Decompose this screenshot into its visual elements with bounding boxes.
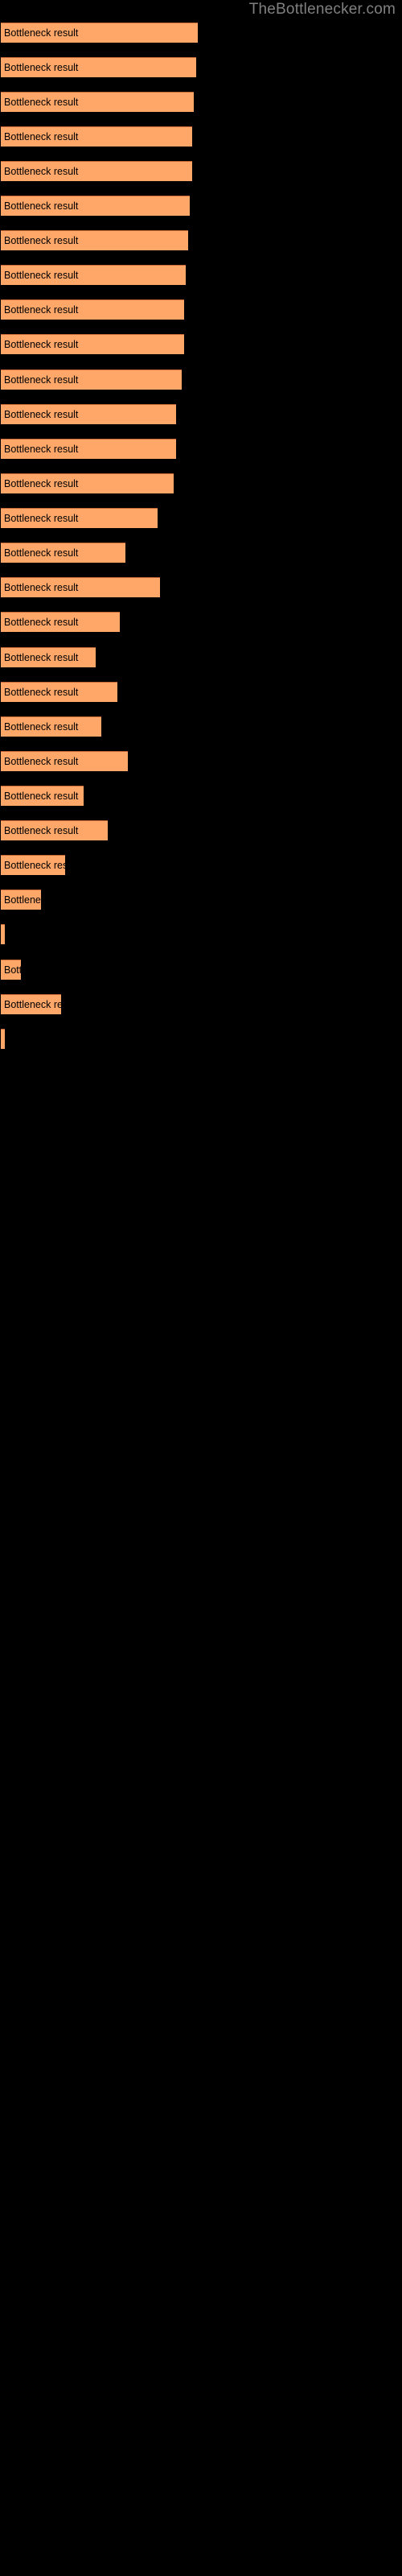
bar-label: Bottleneck result	[4, 547, 79, 559]
bar-row: Bottleneck result	[0, 404, 402, 424]
bar-label: Bottleneck result	[4, 62, 79, 73]
bar-bottleneck-result[interactable]: Bottleneck result	[1, 612, 120, 632]
bar-row: Bottleneck result	[0, 57, 402, 77]
bar-row: Bottleneck result	[0, 299, 402, 320]
bar-row: Bottleneck result	[0, 612, 402, 632]
bar-row: Bottleneck result	[0, 924, 402, 944]
bar-row: Bottleneck result	[0, 855, 402, 875]
bar-label: Bottleneck result	[4, 652, 79, 663]
bar-bottleneck-result[interactable]: Bottleneck result	[1, 751, 128, 771]
bar-label: Bottleneck result	[4, 927, 5, 943]
bar-bottleneck-result[interactable]: Bottleneck result	[1, 820, 108, 840]
bar-bottleneck-result[interactable]: Bottleneck result	[1, 682, 117, 702]
bar-label: Bottleneck result	[4, 1032, 5, 1047]
bar-row: Bottleneck result	[0, 473, 402, 493]
bar-row: Bottleneck result	[0, 820, 402, 840]
bar-row: Bottleneck result	[0, 369, 402, 390]
bar-label: Bottleneck result	[4, 27, 79, 39]
bar-row: Bottleneck result	[0, 23, 402, 43]
bar-row: Bottleneck result	[0, 960, 402, 980]
bar-row: Bottleneck result	[0, 751, 402, 771]
bar-bottleneck-result[interactable]: Bottleneck result	[1, 994, 61, 1014]
bar-row: Bottleneck result	[0, 230, 402, 250]
bar-label: Bottleneck result	[4, 409, 79, 420]
bar-label: Bottleneck result	[4, 791, 79, 802]
bar-label: Bottleneck result	[4, 97, 79, 108]
bar-label: Bottleneck result	[4, 721, 79, 733]
bar-label: Bottleneck result	[4, 304, 79, 316]
bar-label: Bottleneck result	[4, 582, 79, 593]
bar-row: Bottleneck result	[0, 1029, 402, 1049]
bar-bottleneck-result[interactable]: Bottleneck result	[1, 890, 41, 910]
bar-bottleneck-result[interactable]: Bottleneck result	[1, 299, 184, 320]
bar-row: Bottleneck result	[0, 92, 402, 112]
bar-bottleneck-result[interactable]: Bottleneck result	[1, 161, 192, 181]
bar-bottleneck-result[interactable]: Bottleneck result	[1, 543, 125, 563]
bar-label: Bottleneck result	[4, 894, 41, 906]
bar-row: Bottleneck result	[0, 196, 402, 216]
bar-label: Bottleneck result	[4, 166, 79, 177]
bar-row: Bottleneck result	[0, 265, 402, 285]
bar-bottleneck-result[interactable]: Bottleneck result	[1, 960, 21, 980]
bar-label: Bottleneck result	[4, 131, 79, 142]
bar-bottleneck-result[interactable]: Bottleneck result	[1, 196, 190, 216]
bar-bottleneck-result[interactable]: Bottleneck result	[1, 473, 174, 493]
bar-bottleneck-result[interactable]: Bottleneck result	[1, 577, 160, 597]
bar-bottleneck-result[interactable]: Bottleneck result	[1, 924, 5, 944]
bar-row: Bottleneck result	[0, 890, 402, 910]
bar-bottleneck-result[interactable]: Bottleneck result	[1, 230, 188, 250]
bar-row: Bottleneck result	[0, 543, 402, 563]
bar-label: Bottleneck result	[4, 235, 79, 246]
bar-bottleneck-result[interactable]: Bottleneck result	[1, 334, 184, 354]
bottleneck-bar-chart: Bottleneck result Bottleneck result Bottle…	[0, 0, 402, 2576]
bar-bottleneck-result[interactable]: Bottleneck result	[1, 126, 192, 147]
bar-bottleneck-result[interactable]: Bottleneck result	[1, 1029, 5, 1049]
bar-label: Bottleneck result	[4, 200, 79, 212]
bar-row: Bottleneck result	[0, 439, 402, 459]
bar-label: Bottleneck result	[4, 339, 79, 350]
bar-bottleneck-result[interactable]: Bottleneck result	[1, 439, 176, 459]
bar-label: Bottleneck result	[4, 860, 65, 871]
bar-label: Bottleneck result	[4, 513, 79, 524]
bar-bottleneck-result[interactable]: Bottleneck result	[1, 404, 176, 424]
bar-row: Bottleneck result	[0, 334, 402, 354]
bar-row: Bottleneck result	[0, 994, 402, 1014]
bar-label: Bottleneck result	[4, 687, 79, 698]
bar-label: Bottleneck result	[4, 825, 79, 836]
bar-label: Bottleneck result	[4, 478, 79, 489]
bar-row: Bottleneck result	[0, 508, 402, 528]
bar-row: Bottleneck result	[0, 647, 402, 667]
bar-bottleneck-result[interactable]: Bottleneck result	[1, 786, 84, 806]
bar-bottleneck-result[interactable]: Bottleneck result	[1, 716, 101, 737]
bar-row: Bottleneck result	[0, 577, 402, 597]
bar-row: Bottleneck result	[0, 126, 402, 147]
bar-bottleneck-result[interactable]: Bottleneck result	[1, 265, 186, 285]
bar-bottleneck-result[interactable]: Bottleneck result	[1, 57, 196, 77]
bar-bottleneck-result[interactable]: Bottleneck result	[1, 23, 198, 43]
bar-row: Bottleneck result	[0, 161, 402, 181]
bar-bottleneck-result[interactable]: Bottleneck result	[1, 855, 65, 875]
bar-label: Bottleneck result	[4, 999, 61, 1010]
bar-label: Bottleneck result	[4, 964, 21, 976]
bar-bottleneck-result[interactable]: Bottleneck result	[1, 647, 96, 667]
bar-row: Bottleneck result	[0, 786, 402, 806]
bar-label: Bottleneck result	[4, 756, 79, 767]
bar-row: Bottleneck result	[0, 716, 402, 737]
bar-label: Bottleneck result	[4, 270, 79, 281]
bar-label: Bottleneck result	[4, 374, 79, 386]
bar-bottleneck-result[interactable]: Bottleneck result	[1, 92, 194, 112]
bar-label: Bottleneck result	[4, 617, 79, 628]
bar-bottleneck-result[interactable]: Bottleneck result	[1, 369, 182, 390]
bar-row: Bottleneck result	[0, 682, 402, 702]
bar-bottleneck-result[interactable]: Bottleneck result	[1, 508, 158, 528]
bar-label: Bottleneck result	[4, 444, 79, 455]
